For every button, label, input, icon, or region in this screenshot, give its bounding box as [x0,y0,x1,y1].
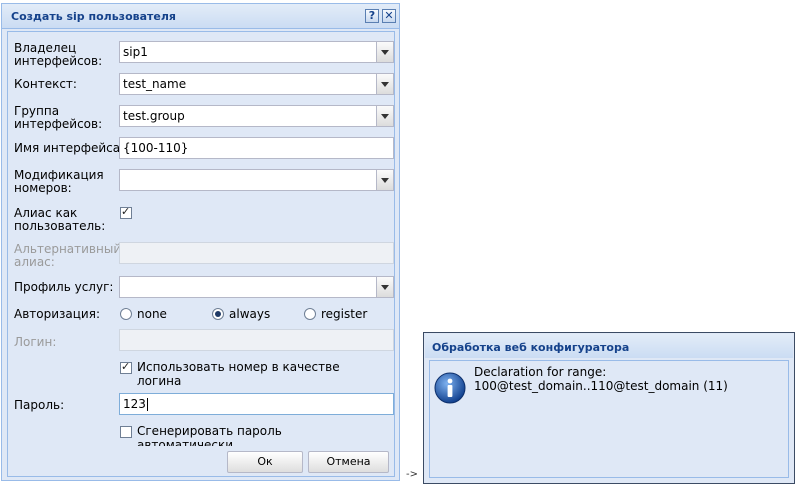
login-label: Логин: [14,335,57,349]
chevron-down-icon[interactable] [376,42,393,62]
dialog-header[interactable]: Создать sip пользователя ? ✕ [2,4,399,29]
message-line2: 100@test_domain..110@test_domain (11) [474,379,728,393]
use-number-login-line2: логина [137,374,182,388]
message-text: Declaration for range: 100@test_domain..… [474,365,728,393]
iface-name-input[interactable]: {100-110} [119,137,394,159]
use-number-login-checkbox[interactable] [120,360,132,374]
help-icon[interactable]: ? [365,9,379,23]
alias-user-label-line2: пользователь: [14,219,106,233]
dialog-title: Создать sip пользователя [11,10,176,23]
owner-label: Владелец интерфейсов: [14,42,102,68]
use-number-login-label: Использовать номер в качестве логина [137,360,340,388]
alt-alias-input[interactable] [119,242,394,264]
connector-arrow: -> [406,469,418,480]
text-caret [146,398,148,411]
message-header[interactable]: Обработка веб конфигуратора [425,334,793,358]
gen-password-label: Сгенерировать пароль автоматически [137,424,282,446]
info-icon [434,372,466,404]
context-combo[interactable]: test_name [119,73,394,95]
iface-name-label: Имя интерфейса: [14,141,125,155]
use-number-login-line1: Использовать номер в качестве [137,360,340,374]
chevron-down-icon[interactable] [376,74,393,94]
message-title: Обработка веб конфигуратора [432,341,630,354]
auth-radio-none[interactable] [120,308,132,320]
group-label-line2: интерфейсов: [14,117,103,131]
context-value: test_name [123,77,187,91]
num-mod-label-line2: номеров: [14,181,72,195]
auth-option-none: none [137,307,167,321]
auth-option-always: always [229,307,271,321]
service-profile-label: Профиль услуг: [14,280,114,294]
chevron-down-icon[interactable] [376,106,393,126]
auth-label: Авторизация: [14,307,100,321]
num-mod-label: Модификация номеров: [14,169,104,195]
message-body: Declaration for range: 100@test_domain..… [429,360,789,478]
close-icon[interactable]: ✕ [382,9,396,23]
alt-alias-label: Альтернативный алиас: [14,243,121,269]
context-label: Контекст: [14,77,77,91]
password-input[interactable]: 123 [119,393,394,415]
create-sip-user-dialog: Создать sip пользователя ? ✕ Владелец ин… [1,3,400,481]
auth-radio-always[interactable] [212,308,224,320]
message-line1: Declaration for range: [474,365,607,379]
gen-password-line1: Сгенерировать пароль [137,424,282,438]
chevron-down-icon[interactable] [376,170,393,190]
group-value: test.group [123,109,185,123]
owner-combo[interactable]: sip1 [119,41,394,63]
service-profile-combo[interactable] [119,276,394,298]
password-text: 123 [123,397,146,411]
iface-name-value: {100-110} [123,141,189,155]
alias-user-checkbox[interactable] [120,205,132,219]
cancel-button[interactable]: Отмена [308,451,389,473]
alias-user-label: Алиас как пользователь: [14,207,105,233]
group-label: Группа интерфейсов: [14,105,102,131]
message-window: Обработка веб конфигуратора Declaration … [423,332,795,484]
auth-option-register: register [321,307,368,321]
gen-password-checkbox[interactable] [120,426,132,438]
owner-label-line2: интерфейсов: [14,54,103,68]
login-input[interactable] [119,329,394,351]
password-label: Пароль: [14,398,65,412]
group-combo[interactable]: test.group [119,105,394,127]
dialog-body: Владелец интерфейсов: sip1 Контекст: tes… [7,31,395,477]
password-value: 123 [123,397,148,411]
alt-alias-label-line2: алиас: [14,255,55,269]
gen-password-line2: автоматически [137,438,234,446]
ok-button[interactable]: Ок [227,451,303,473]
chevron-down-icon[interactable] [376,277,393,297]
auth-radio-register[interactable] [304,308,316,320]
num-mod-combo[interactable] [119,169,394,191]
owner-value: sip1 [123,45,148,59]
